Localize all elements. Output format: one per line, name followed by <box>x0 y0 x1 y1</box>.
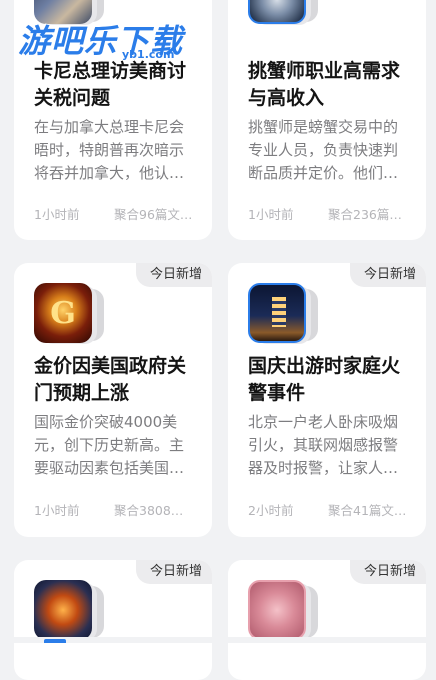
card-meta: 2小时前 聚合41篇文… <box>248 500 412 519</box>
card-meta: 1小时前 聚合3808… <box>34 500 198 519</box>
bottom-nav-active-indicator[interactable] <box>44 639 66 643</box>
news-card[interactable]: 今日新增 <box>14 560 212 680</box>
card-description: 国际金价突破4000美元，创下历史新高。主要驱动因素包括美国… <box>34 413 185 477</box>
news-card[interactable]: 今日新增 G 金价因美国政府关门预期上涨 国际金价突破4000美元，创下历史新高… <box>14 263 212 537</box>
gold-letter-icon: G <box>50 295 76 331</box>
crab-image <box>248 0 306 24</box>
card-thumbnail-stack <box>248 283 320 347</box>
card-meta: 1小时前 聚合236篇… <box>248 204 412 223</box>
pink-flower-image <box>248 580 306 640</box>
card-description: 挑蟹师是螃蟹交易中的专业人员，负责快速判断品质并定价。他们… <box>248 118 399 182</box>
gold-image: G <box>34 283 92 343</box>
card-title[interactable]: 挑蟹师职业高需求与高收入 <box>248 58 412 112</box>
card-title[interactable]: 国庆出游时家庭火警事件 <box>248 353 412 407</box>
building-night-image <box>248 283 306 343</box>
new-today-badge: 今日新增 <box>349 560 426 584</box>
card-aggregate-count[interactable]: 聚合3808… <box>114 500 183 519</box>
card-aggregate-count[interactable]: 聚合96篇文… <box>114 204 192 223</box>
card-time: 1小时前 <box>34 207 80 222</box>
news-card[interactable]: 挑蟹师职业高需求与高收入 挑蟹师是螃蟹交易中的专业人员，负责快速判断品质并定价。… <box>228 0 426 240</box>
new-today-badge: 今日新增 <box>135 263 212 287</box>
card-time: 1小时前 <box>34 503 80 518</box>
card-description: 在与加拿大总理卡尼会晤时，特朗普再次暗示将吞并加拿大，他认… <box>34 118 185 182</box>
card-aggregate-count[interactable]: 聚合41篇文… <box>328 500 406 519</box>
card-time: 1小时前 <box>248 207 294 222</box>
new-today-badge: 今日新增 <box>349 263 426 287</box>
watermark-url: yb1.com <box>122 48 175 61</box>
card-time: 2小时前 <box>248 503 294 518</box>
card-description: 北京一户老人卧床吸烟引火，其联网烟感报警器及时报警，让家人… <box>248 413 399 477</box>
new-today-badge: 今日新增 <box>135 560 212 584</box>
card-thumbnail-stack <box>34 580 106 644</box>
news-card[interactable]: 今日新增 国庆出游时家庭火警事件 北京一户老人卧床吸烟引火，其联网烟感报警器及时… <box>228 263 426 537</box>
card-thumbnail-stack <box>248 0 320 28</box>
card-thumbnail-stack: G <box>34 283 106 347</box>
news-grid: 卡尼总理访美商讨关税问题 在与加拿大总理卡尼会晤时，特朗普再次暗示将吞并加拿大，… <box>0 0 436 680</box>
card-meta: 1小时前 聚合96篇文… <box>34 204 198 223</box>
news-card[interactable]: 今日新增 <box>228 560 426 680</box>
card-title[interactable]: 金价因美国政府关门预期上涨 <box>34 353 198 407</box>
card-title[interactable]: 卡尼总理访美商讨关税问题 <box>34 58 198 112</box>
fire-glow-image <box>34 580 92 640</box>
card-thumbnail-stack <box>248 580 320 644</box>
card-aggregate-count[interactable]: 聚合236篇… <box>328 204 402 223</box>
